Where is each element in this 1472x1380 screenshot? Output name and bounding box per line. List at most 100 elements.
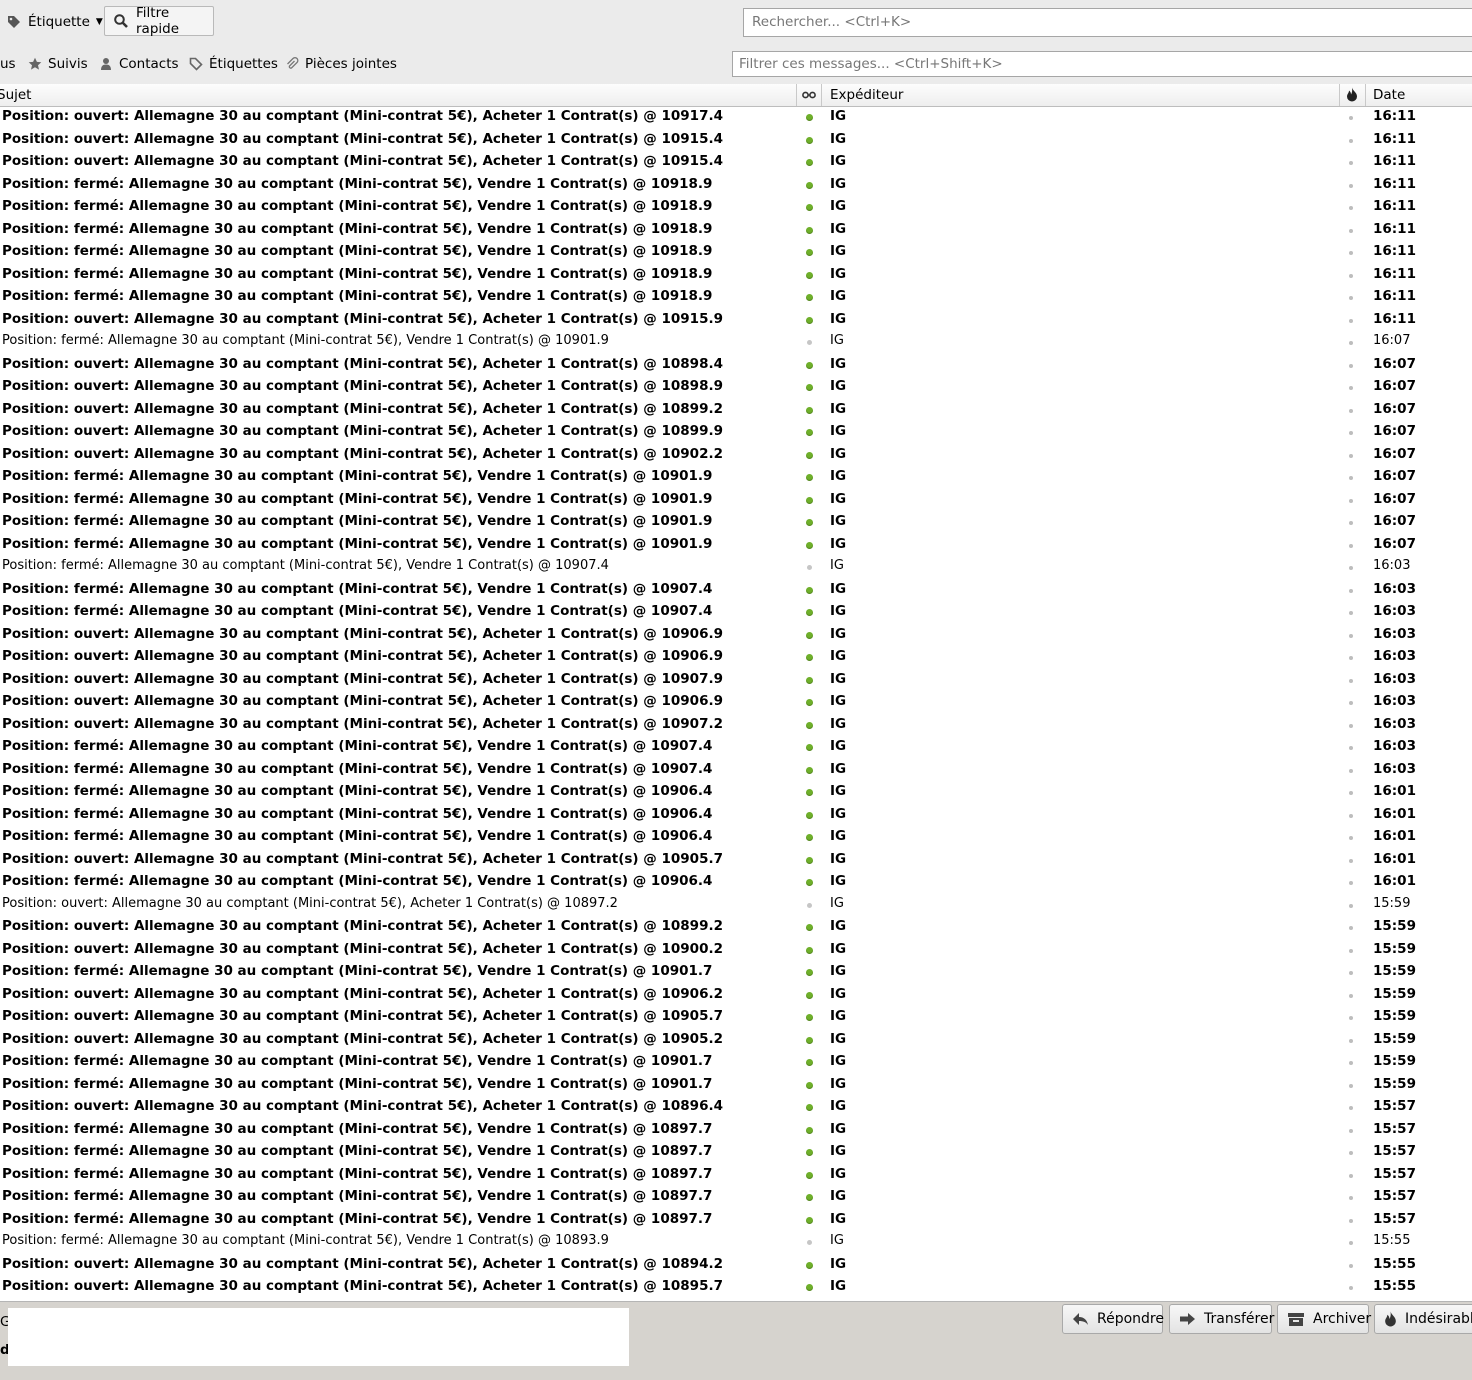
message-row[interactable]: Position: ouvert: Allemagne 30 au compta…	[0, 850, 1472, 873]
unread-dot-icon[interactable]	[806, 181, 813, 189]
junk-status-icon[interactable]	[1349, 273, 1353, 278]
unread-dot-icon[interactable]	[806, 1059, 813, 1066]
junk-status-icon[interactable]	[1349, 971, 1353, 975]
unread-dot-icon[interactable]	[806, 361, 813, 369]
read-dot-icon[interactable]	[807, 565, 812, 570]
message-row[interactable]: Position: ouvert: Allemagne 30 au compta…	[0, 940, 1472, 963]
message-row[interactable]: Position: fermé: Allemagne 30 au comptan…	[0, 467, 1472, 490]
junk-status-icon[interactable]	[1349, 926, 1353, 930]
unread-dot-icon[interactable]	[806, 541, 813, 549]
message-row[interactable]: Position: fermé: Allemagne 30 au comptan…	[0, 197, 1472, 220]
junk-status-icon[interactable]	[1349, 408, 1353, 413]
unread-dot-icon[interactable]	[806, 1126, 813, 1134]
junk-status-icon[interactable]	[1349, 768, 1353, 773]
filter-starred-button[interactable]: Suivis	[28, 56, 88, 72]
junk-status-icon[interactable]	[1349, 1128, 1353, 1133]
junk-status-icon[interactable]	[1349, 138, 1353, 143]
junk-status-icon[interactable]	[1349, 678, 1353, 683]
unread-dot-icon[interactable]	[806, 316, 813, 324]
unread-dot-icon[interactable]	[806, 811, 813, 819]
unread-dot-icon[interactable]	[806, 1014, 813, 1021]
junk-status-icon[interactable]	[1349, 723, 1353, 728]
message-row[interactable]: Position: ouvert: Allemagne 30 au compta…	[0, 647, 1472, 670]
junk-status-icon[interactable]	[1349, 318, 1353, 323]
message-row[interactable]: Position: ouvert: Allemagne 30 au compta…	[0, 692, 1472, 715]
unread-dot-icon[interactable]	[806, 946, 813, 954]
junk-status-icon[interactable]	[1349, 161, 1353, 165]
junk-status-icon[interactable]	[1349, 1286, 1353, 1290]
junk-status-icon[interactable]	[1349, 1241, 1353, 1245]
unread-dot-icon[interactable]	[806, 1194, 813, 1201]
junk-status-icon[interactable]	[1349, 1196, 1353, 1200]
unread-dot-icon[interactable]	[806, 159, 813, 166]
quick-filter-button[interactable]: Filtre rapide	[104, 5, 214, 37]
message-row[interactable]: Position: fermé: Allemagne 30 au comptan…	[0, 265, 1472, 288]
junk-status-icon[interactable]	[1349, 1061, 1353, 1065]
message-row[interactable]: Position: ouvert: Allemagne 30 au compta…	[0, 445, 1472, 468]
message-row[interactable]: Position: fermé: Allemagne 30 au comptan…	[0, 175, 1472, 198]
junk-status-icon[interactable]	[1349, 656, 1353, 660]
unread-dot-icon[interactable]	[806, 384, 813, 391]
message-row[interactable]: Position: fermé: Allemagne 30 au comptan…	[0, 827, 1472, 850]
read-dot-icon[interactable]	[807, 902, 812, 908]
unread-dot-icon[interactable]	[806, 699, 813, 706]
junk-status-icon[interactable]	[1349, 566, 1353, 570]
unread-dot-icon[interactable]	[806, 474, 813, 481]
junk-status-icon[interactable]	[1349, 341, 1353, 345]
message-row[interactable]: Position: fermé: Allemagne 30 au comptan…	[0, 287, 1472, 310]
unread-dot-icon[interactable]	[806, 1284, 813, 1291]
junk-status-icon[interactable]	[1349, 701, 1353, 705]
message-row[interactable]: Position: ouvert: Allemagne 30 au compta…	[0, 917, 1472, 940]
message-row[interactable]: Position: ouvert: Allemagne 30 au compta…	[0, 130, 1472, 153]
unread-dot-icon[interactable]	[806, 1036, 813, 1044]
column-junk[interactable]	[1340, 84, 1366, 106]
reply-button[interactable]: Répondre	[1062, 1304, 1164, 1334]
unread-dot-icon[interactable]	[806, 991, 813, 999]
message-row[interactable]: Position: ouvert: Allemagne 30 au compta…	[0, 1255, 1472, 1278]
message-row[interactable]: Position: fermé: Allemagne 30 au comptan…	[0, 1120, 1472, 1143]
junk-status-icon[interactable]	[1349, 453, 1353, 458]
junk-status-icon[interactable]	[1349, 1173, 1353, 1178]
junk-status-icon[interactable]	[1349, 116, 1353, 120]
junk-status-icon[interactable]	[1349, 386, 1353, 390]
filter-partial-button[interactable]: us	[0, 56, 16, 72]
junk-status-icon[interactable]	[1349, 363, 1353, 368]
junk-button[interactable]: Indésirable	[1374, 1304, 1472, 1334]
message-row[interactable]: Position: fermé: Allemagne 30 au comptan…	[0, 332, 1472, 355]
unread-dot-icon[interactable]	[806, 136, 813, 144]
unread-dot-icon[interactable]	[806, 856, 813, 864]
message-row[interactable]: Position: ouvert: Allemagne 30 au compta…	[0, 107, 1472, 130]
message-list[interactable]: Position: ouvert: Allemagne 30 au compta…	[0, 107, 1472, 1301]
junk-status-icon[interactable]	[1349, 611, 1353, 615]
message-row[interactable]: Position: fermé: Allemagne 30 au comptan…	[0, 1142, 1472, 1165]
junk-status-icon[interactable]	[1349, 1218, 1353, 1223]
message-row[interactable]: Position: ouvert: Allemagne 30 au compta…	[0, 355, 1472, 378]
junk-status-icon[interactable]	[1349, 206, 1353, 210]
message-row[interactable]: Position: ouvert: Allemagne 30 au compta…	[0, 422, 1472, 445]
message-row[interactable]: Position: ouvert: Allemagne 30 au compta…	[0, 1277, 1472, 1300]
column-date[interactable]: Date	[1366, 84, 1472, 106]
message-row[interactable]: Position: ouvert: Allemagne 30 au compta…	[0, 1030, 1472, 1053]
unread-dot-icon[interactable]	[806, 1216, 813, 1224]
junk-status-icon[interactable]	[1349, 588, 1353, 593]
forward-button[interactable]: Transférer	[1169, 1304, 1274, 1334]
junk-status-icon[interactable]	[1349, 431, 1353, 435]
junk-status-icon[interactable]	[1349, 948, 1353, 953]
unread-dot-icon[interactable]	[806, 969, 813, 976]
message-row[interactable]: Position: ouvert: Allemagne 30 au compta…	[0, 670, 1472, 693]
unread-dot-icon[interactable]	[806, 496, 813, 504]
junk-status-icon[interactable]	[1349, 251, 1353, 255]
unread-dot-icon[interactable]	[806, 676, 813, 684]
column-sender[interactable]: Expéditeur	[822, 84, 1340, 106]
message-row[interactable]: Position: fermé: Allemagne 30 au comptan…	[0, 1052, 1472, 1075]
message-row[interactable]: Position: fermé: Allemagne 30 au comptan…	[0, 962, 1472, 985]
unread-dot-icon[interactable]	[806, 114, 813, 121]
unread-dot-icon[interactable]	[806, 271, 813, 279]
read-dot-icon[interactable]	[807, 1240, 812, 1245]
message-row[interactable]: Position: fermé: Allemagne 30 au comptan…	[0, 782, 1472, 805]
junk-status-icon[interactable]	[1349, 1083, 1353, 1088]
unread-dot-icon[interactable]	[806, 294, 813, 301]
message-row[interactable]: Position: fermé: Allemagne 30 au comptan…	[0, 602, 1472, 625]
tag-button[interactable]: Étiquette ▼	[6, 9, 103, 35]
junk-status-icon[interactable]	[1349, 1016, 1353, 1020]
